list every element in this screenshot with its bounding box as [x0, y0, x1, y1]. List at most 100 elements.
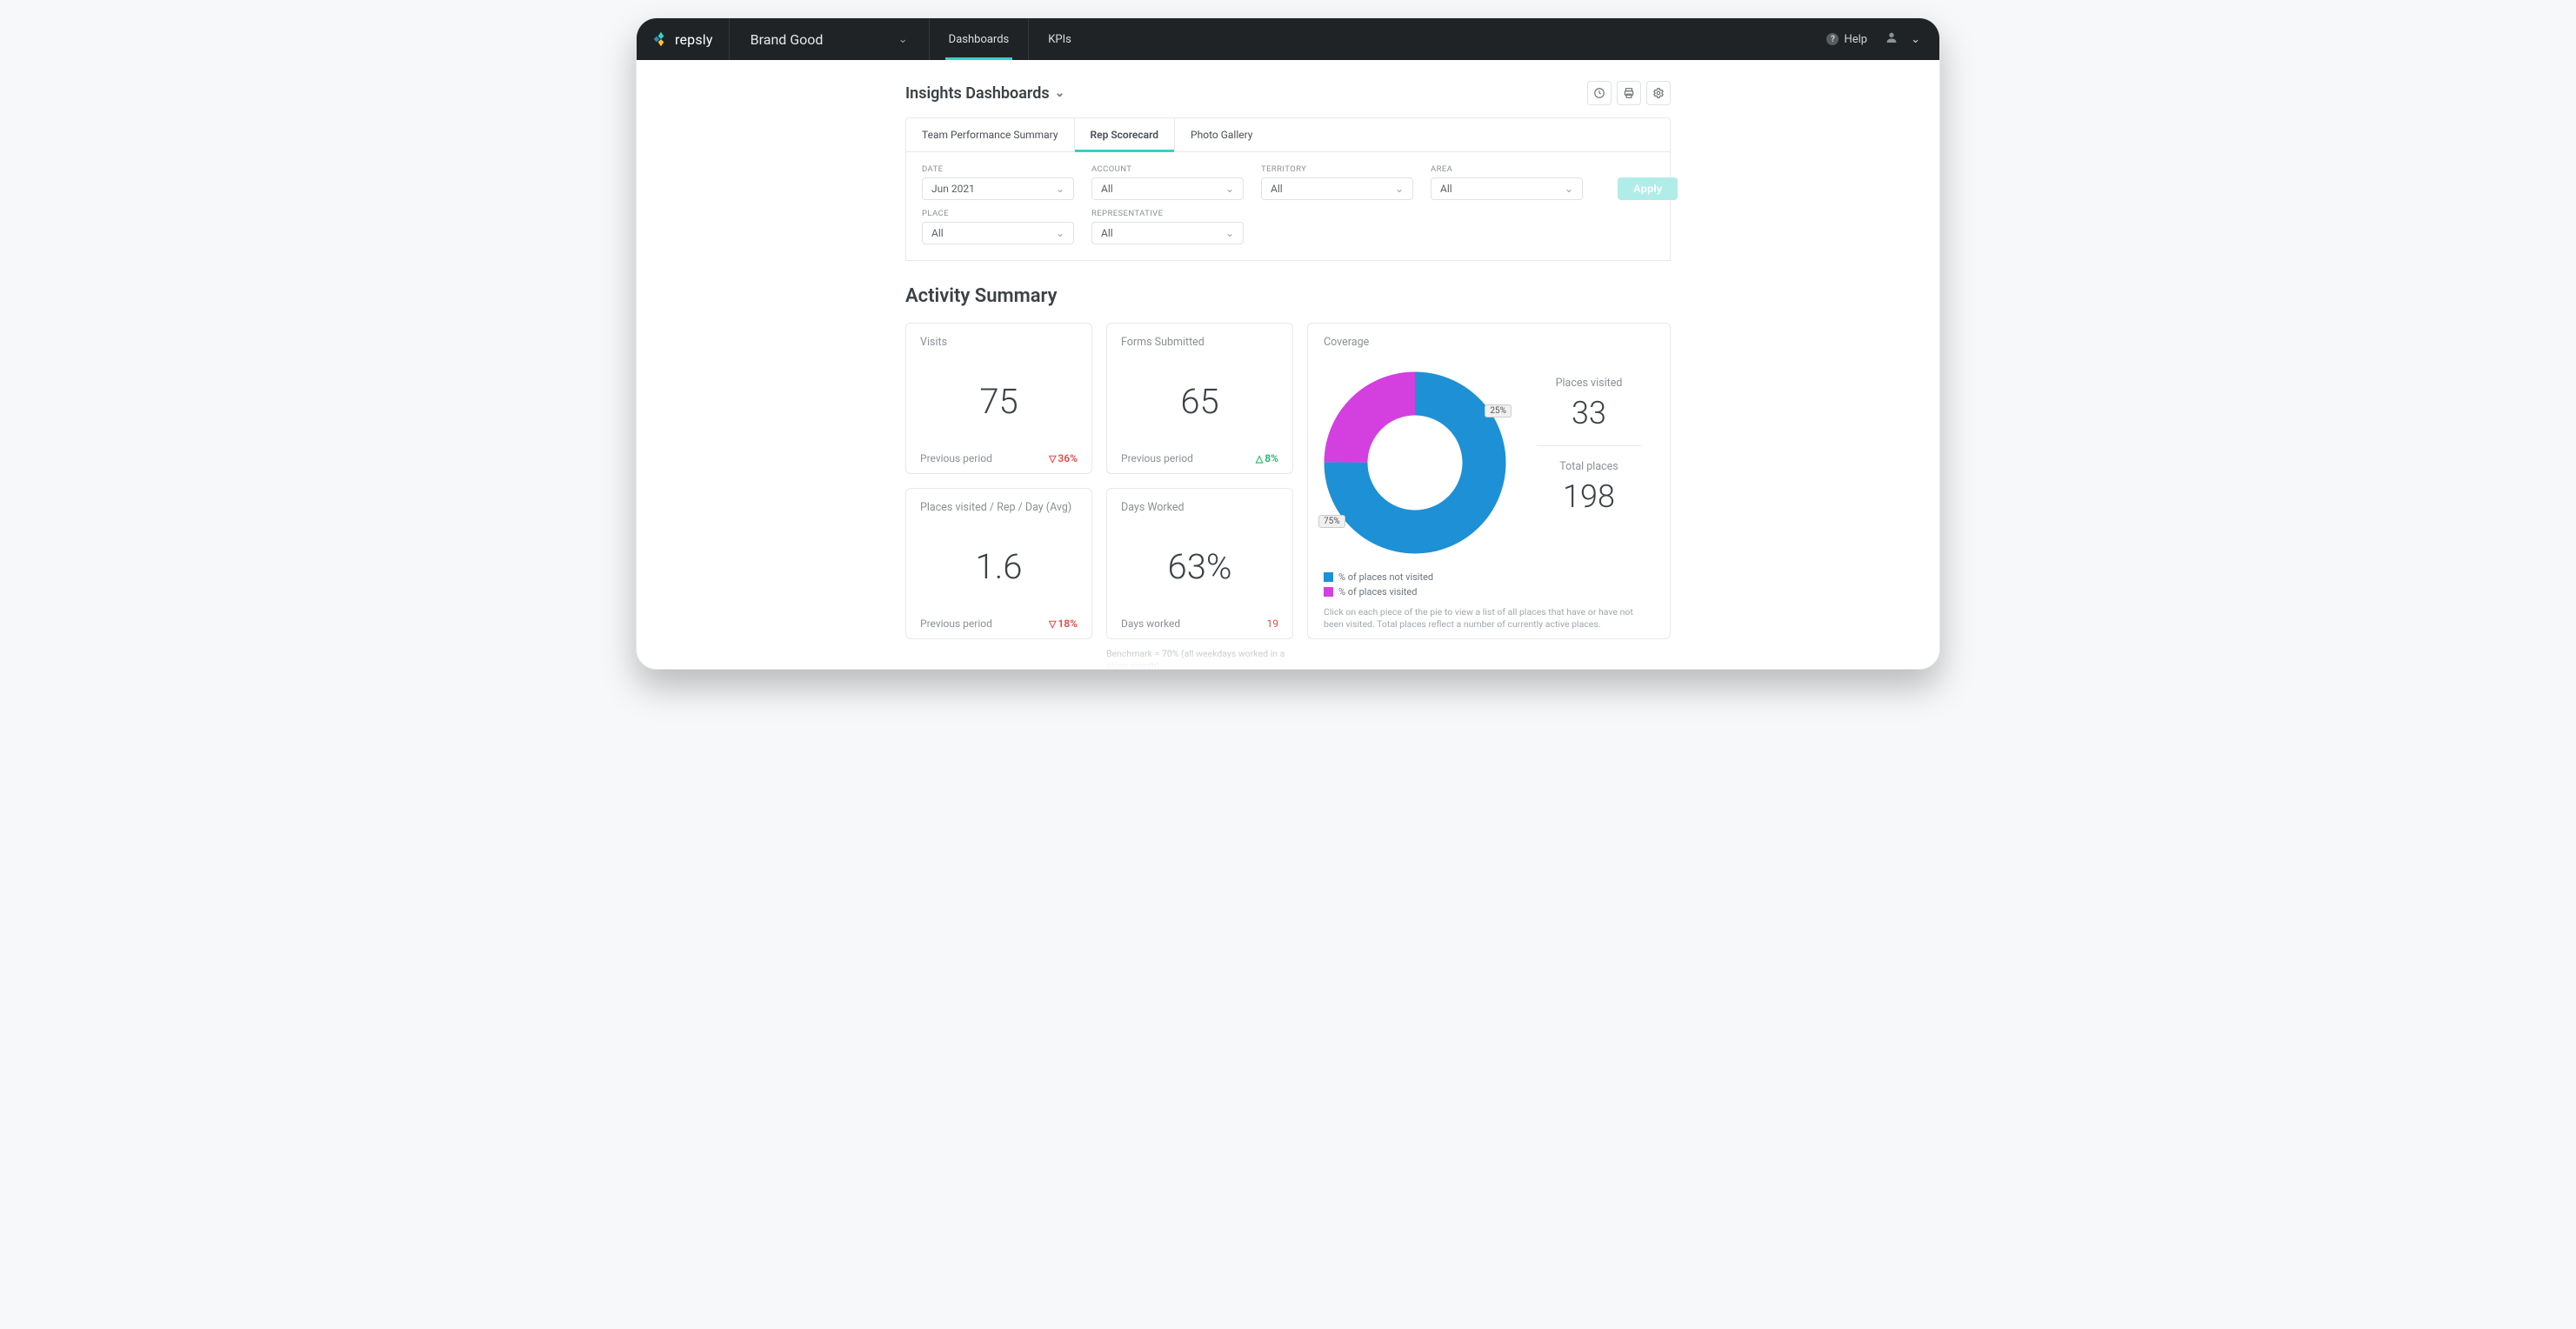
chevron-down-icon: ⌄ [1225, 183, 1234, 195]
card-title: Days Worked [1121, 501, 1278, 514]
filter-account-select[interactable]: All ⌄ [1091, 177, 1244, 200]
coverage-legend: % of places not visited % of places visi… [1324, 571, 1654, 598]
donut-icon [1324, 371, 1506, 554]
chevron-down-icon: ⌄ [1225, 227, 1234, 239]
delta-up: 8% [1256, 452, 1278, 464]
coverage-donut-chart[interactable]: 25% 75% [1324, 371, 1506, 554]
card-value: 1.6 [920, 528, 1078, 605]
previous-period-label: Previous period [1121, 452, 1193, 464]
chevron-down-icon: ⌄ [1056, 227, 1064, 239]
chevron-down-icon: ⌄ [898, 33, 908, 46]
card-title: Coverage [1324, 336, 1654, 349]
delta-down: 36% [1049, 452, 1078, 464]
tab-label: Rep Scorecard [1091, 129, 1159, 141]
dashboard-tabs: Team Performance Summary Rep Scorecard P… [905, 117, 1671, 152]
page-title-dropdown[interactable]: Insights Dashboards ⌄ [905, 84, 1064, 103]
apply-label: Apply [1633, 183, 1662, 195]
filter-rep-value: All [1101, 227, 1113, 239]
printer-icon [1623, 87, 1635, 99]
filter-rep-select[interactable]: All ⌄ [1091, 222, 1244, 244]
card-coverage: Coverage 25% 75% Places vis [1307, 323, 1671, 639]
topbar: repsly Brand Good ⌄ Dashboards KPIs ? He… [637, 18, 1939, 60]
tab-team-performance[interactable]: Team Performance Summary [906, 118, 1075, 151]
clock-icon [1593, 87, 1605, 99]
filter-place-value: All [931, 227, 944, 239]
filters-panel: DATE Jun 2021 ⌄ ACCOUNT All ⌄ TERRITORY [905, 152, 1671, 261]
logo-icon [652, 30, 670, 48]
places-visited-label: Places visited [1556, 377, 1623, 390]
legend-label: % of places visited [1338, 586, 1417, 598]
delta-down: 18% [1049, 618, 1078, 630]
page-actions [1587, 81, 1671, 105]
content-area: Insights Dashboards ⌄ Team P [637, 60, 1939, 669]
filter-date-value: Jun 2021 [931, 183, 975, 195]
org-selector[interactable]: Brand Good ⌄ [730, 18, 930, 60]
settings-button[interactable] [1646, 81, 1671, 105]
chevron-down-icon: ⌄ [1055, 86, 1065, 100]
filter-territory-value: All [1271, 183, 1283, 195]
total-places-label: Total places [1559, 460, 1618, 473]
days-worked-footnote: Benchmark = 70% (all weekdays worked in … [1106, 648, 1293, 669]
nav-kpis[interactable]: KPIs [1029, 18, 1091, 60]
days-worked-label: Days worked [1121, 618, 1180, 630]
section-activity-summary: Activity Summary [905, 285, 1671, 307]
user-menu: ⌄ [1879, 30, 1939, 48]
filter-account-label: ACCOUNT [1091, 164, 1244, 174]
coverage-note: Click on each piece of the pie to view a… [1324, 606, 1654, 630]
card-value: 75 [920, 363, 1078, 440]
swatch-icon [1324, 572, 1333, 582]
legend-label: % of places not visited [1338, 571, 1433, 583]
schedule-button[interactable] [1587, 81, 1612, 105]
total-places-value: 198 [1563, 478, 1615, 515]
help-link[interactable]: ? Help [1814, 33, 1879, 46]
page-title: Insights Dashboards [905, 84, 1050, 103]
chevron-down-icon: ⌄ [1565, 183, 1573, 195]
brand-name: repsly [675, 31, 713, 48]
divider [1537, 445, 1641, 446]
tab-label: Team Performance Summary [922, 129, 1058, 141]
previous-period-label: Previous period [920, 618, 992, 630]
nav-kpis-label: KPIs [1048, 33, 1071, 46]
filter-account-value: All [1101, 183, 1113, 195]
tab-label: Photo Gallery [1191, 129, 1252, 141]
legend-visited[interactable]: % of places visited [1324, 586, 1654, 598]
help-label: Help [1844, 33, 1867, 46]
card-value: 63% [1121, 528, 1278, 605]
help-icon: ? [1826, 33, 1839, 45]
chevron-down-icon[interactable]: ⌄ [1911, 33, 1920, 46]
legend-not-visited[interactable]: % of places not visited [1324, 571, 1654, 583]
filter-area-select[interactable]: All ⌄ [1431, 177, 1583, 200]
previous-period-label: Previous period [920, 452, 992, 464]
app-frame: repsly Brand Good ⌄ Dashboards KPIs ? He… [636, 17, 1940, 670]
filter-place-select[interactable]: All ⌄ [922, 222, 1074, 244]
places-visited-value: 33 [1572, 395, 1606, 431]
tab-photo-gallery[interactable]: Photo Gallery [1175, 118, 1268, 151]
filter-territory-label: TERRITORY [1261, 164, 1413, 174]
chevron-down-icon: ⌄ [1395, 183, 1404, 195]
filter-date-label: DATE [922, 164, 1074, 174]
filter-place-label: PLACE [922, 209, 1074, 218]
card-places-avg: Places visited / Rep / Day (Avg) 1.6 Pre… [905, 488, 1092, 639]
card-title: Places visited / Rep / Day (Avg) [920, 501, 1078, 514]
filter-area-value: All [1440, 183, 1452, 195]
nav-dashboards[interactable]: Dashboards [930, 18, 1030, 60]
card-visits: Visits 75 Previous period 36% [905, 323, 1092, 474]
filter-territory-select[interactable]: All ⌄ [1261, 177, 1413, 200]
chevron-down-icon: ⌄ [1056, 183, 1064, 195]
apply-button[interactable]: Apply [1618, 177, 1678, 200]
tab-rep-scorecard[interactable]: Rep Scorecard [1075, 118, 1176, 151]
org-name: Brand Good [751, 31, 824, 48]
days-worked-value: 19 [1267, 618, 1279, 630]
card-title: Forms Submitted [1121, 336, 1278, 349]
filter-date-select[interactable]: Jun 2021 ⌄ [922, 177, 1074, 200]
summary-grid: Visits 75 Previous period 36% Forms Subm… [905, 323, 1671, 639]
gear-icon [1652, 87, 1665, 99]
nav-dashboards-label: Dashboards [949, 33, 1010, 46]
brand-logo[interactable]: repsly [637, 18, 730, 60]
swatch-icon [1324, 587, 1333, 597]
donut-label-not-visited: 75% [1318, 515, 1345, 528]
user-icon[interactable] [1885, 30, 1899, 48]
print-button[interactable] [1617, 81, 1641, 105]
filter-rep-label: REPRESENTATIVE [1091, 209, 1244, 218]
donut-label-visited: 25% [1485, 404, 1512, 417]
